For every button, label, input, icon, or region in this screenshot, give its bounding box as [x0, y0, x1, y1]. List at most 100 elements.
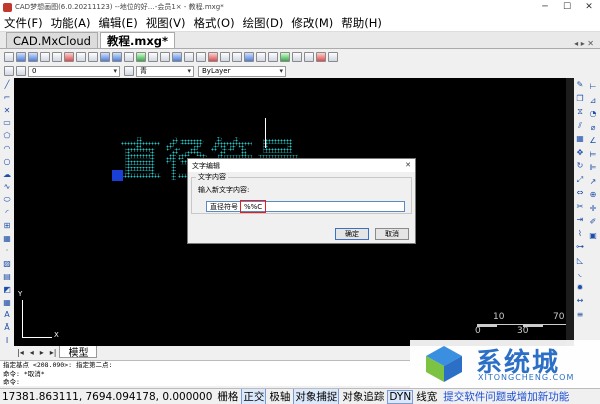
lengthen-icon[interactable]: ↔: [575, 296, 585, 306]
redo-icon[interactable]: [112, 52, 122, 62]
insert-block-icon[interactable]: ⊞: [2, 221, 12, 231]
array-icon[interactable]: ▦: [575, 134, 585, 144]
make-current-icon[interactable]: [124, 66, 134, 76]
tab-prev-icon[interactable]: ◂: [30, 348, 34, 357]
ellipse-icon[interactable]: ⬭: [2, 195, 12, 205]
tab-tutorial[interactable]: 教程.mxg*: [99, 32, 175, 48]
erase-icon[interactable]: ✎: [575, 80, 585, 90]
menu-format[interactable]: 格式(O): [194, 15, 235, 31]
menu-draw[interactable]: 绘图(D): [243, 15, 284, 31]
rectangle-icon[interactable]: ▭: [2, 118, 12, 128]
gradient-icon[interactable]: ▤: [2, 272, 12, 282]
mtext-icon[interactable]: A: [2, 310, 12, 320]
lineweight-toggle[interactable]: 线宽: [415, 389, 438, 404]
command-line[interactable]: 指定基点 <208.090>: 指定第二点: 命令: *取消* 命令:: [0, 360, 410, 386]
chamfer-icon[interactable]: ◺: [575, 256, 585, 266]
revcloud-icon[interactable]: ☁: [2, 170, 12, 180]
tab-model[interactable]: 模型: [59, 346, 98, 359]
maximize-icon[interactable]: ☐: [556, 2, 578, 12]
move-icon[interactable]: ✥: [575, 148, 585, 158]
polyline-icon[interactable]: ⌐: [2, 93, 12, 103]
region-icon[interactable]: ◩: [2, 285, 12, 295]
dim-style-icon[interactable]: ▣: [588, 231, 598, 241]
block-icon[interactable]: [220, 52, 230, 62]
pan-icon[interactable]: [124, 52, 134, 62]
minimize-icon[interactable]: ─: [534, 2, 556, 12]
layer-icon[interactable]: [184, 52, 194, 62]
close-icon[interactable]: ✕: [578, 2, 600, 12]
leader-icon[interactable]: ↗: [588, 177, 598, 187]
osnap-toggle[interactable]: 对象捕捉: [293, 389, 340, 404]
copy-object-icon[interactable]: ❐: [575, 94, 585, 104]
cancel-button[interactable]: 取消: [375, 228, 409, 240]
join-icon[interactable]: ⊶: [575, 242, 585, 252]
table-draw-icon[interactable]: ▦: [2, 298, 12, 308]
rotate-icon[interactable]: ↻: [575, 161, 585, 171]
spline-icon[interactable]: ∿: [2, 182, 12, 192]
construction-line-icon[interactable]: ✕: [2, 106, 12, 116]
polygon-icon[interactable]: ⬠: [2, 131, 12, 141]
tab-last-icon[interactable]: ▸|: [50, 348, 57, 357]
tab-controls[interactable]: ◂ ▸ ✕: [574, 39, 600, 48]
diameter-dim-icon[interactable]: ⌀: [588, 123, 598, 133]
linetype-select[interactable]: ByLayer: [198, 65, 286, 77]
print-icon[interactable]: [40, 52, 50, 62]
point-icon[interactable]: ·: [2, 246, 12, 256]
tab-mxcloud[interactable]: CAD.MxCloud: [6, 32, 98, 48]
otrack-toggle[interactable]: 对象追踪: [341, 389, 385, 404]
ellipse-arc-icon[interactable]: ◜: [2, 208, 12, 218]
polar-toggle[interactable]: 极轴: [268, 389, 291, 404]
offset-icon[interactable]: ⫽: [575, 121, 585, 131]
zoom-extents-icon[interactable]: [160, 52, 170, 62]
save-icon[interactable]: [28, 52, 38, 62]
image-icon[interactable]: [256, 52, 266, 62]
hatch-icon[interactable]: ▨: [2, 259, 12, 269]
center-mark-icon[interactable]: ✛: [588, 204, 598, 214]
insert-icon[interactable]: [232, 52, 242, 62]
cut-icon[interactable]: [64, 52, 74, 62]
layer-select[interactable]: 0: [28, 65, 120, 77]
menu-file[interactable]: 文件(F): [4, 15, 43, 31]
text-grip[interactable]: [112, 170, 123, 181]
preview-icon[interactable]: [52, 52, 62, 62]
ok-button[interactable]: 确定: [335, 228, 369, 240]
menu-help[interactable]: 帮助(H): [341, 15, 382, 31]
feedback-link[interactable]: 提交软件问题或增加新功能: [443, 389, 569, 404]
more-icon[interactable]: [328, 52, 338, 62]
dialog-close-icon[interactable]: ✕: [405, 161, 411, 169]
cloud-icon[interactable]: [280, 52, 290, 62]
explode-icon[interactable]: ✹: [575, 283, 585, 293]
break-icon[interactable]: ⌇: [575, 229, 585, 239]
match-icon[interactable]: [196, 52, 206, 62]
menu-edit[interactable]: 编辑(E): [98, 15, 137, 31]
make-block-icon[interactable]: ▦: [2, 234, 12, 244]
calc-icon[interactable]: [244, 52, 254, 62]
dyn-toggle[interactable]: DYN: [387, 389, 414, 404]
mirror-icon[interactable]: ⧖: [575, 107, 585, 117]
aligned-dim-icon[interactable]: ⊿: [588, 96, 598, 106]
tolerance-icon[interactable]: ⊕: [588, 190, 598, 200]
canvas-scrollbar[interactable]: [566, 78, 574, 346]
zoom-icon[interactable]: [136, 52, 146, 62]
pdf-icon[interactable]: [316, 52, 326, 62]
attribute-icon[interactable]: Ⅰ: [2, 336, 12, 346]
baseline-dim-icon[interactable]: ⊨: [588, 150, 598, 160]
circle-icon[interactable]: ○: [2, 157, 12, 167]
radius-dim-icon[interactable]: ◔: [588, 109, 598, 119]
open-file-icon[interactable]: [16, 52, 26, 62]
table-icon[interactable]: [268, 52, 278, 62]
arc-icon[interactable]: ◠: [2, 144, 12, 154]
continue-dim-icon[interactable]: ⊫: [588, 163, 598, 173]
dim-edit-icon[interactable]: ✐: [588, 217, 598, 227]
extend-icon[interactable]: ⇥: [575, 215, 585, 225]
align-icon[interactable]: ≡: [575, 310, 585, 320]
paste-icon[interactable]: [88, 52, 98, 62]
tab-next-icon[interactable]: ▸: [40, 348, 44, 357]
grid-toggle[interactable]: 栅格: [216, 389, 239, 404]
color-select[interactable]: 青: [136, 65, 194, 77]
layer-manager-icon[interactable]: [4, 66, 14, 76]
new-file-icon[interactable]: [4, 52, 14, 62]
properties-icon[interactable]: [172, 52, 182, 62]
trim-icon[interactable]: ✂: [575, 202, 585, 212]
copy-icon[interactable]: [76, 52, 86, 62]
